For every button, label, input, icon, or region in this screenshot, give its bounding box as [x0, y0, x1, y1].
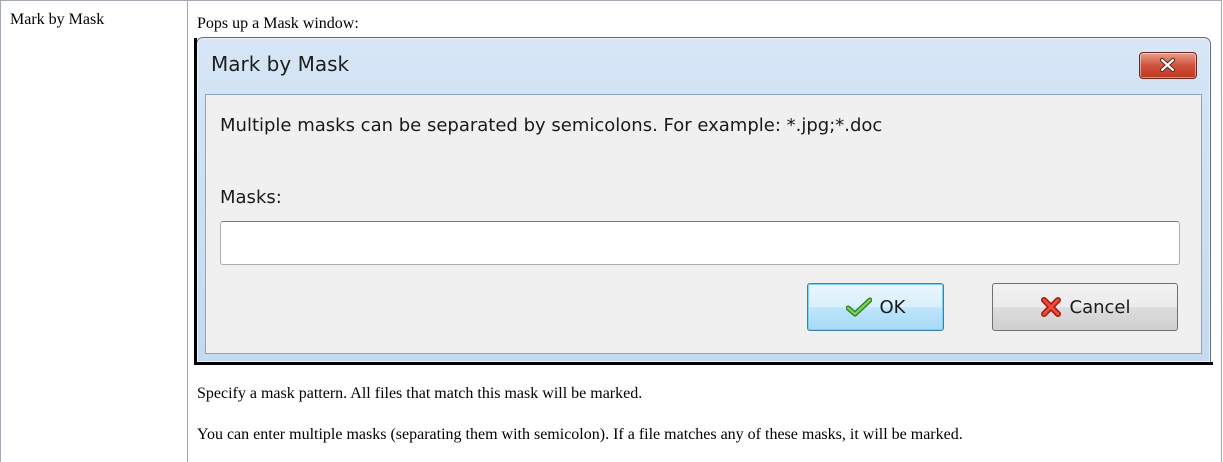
cancel-label: Cancel [1069, 296, 1131, 318]
dialog-titlebar[interactable]: Mark by Mask [197, 38, 1210, 92]
mark-by-mask-dialog: Mark by Mask Multiple masks can be separ… [194, 37, 1213, 365]
note-text: You can enter multiple masks (separating… [197, 426, 963, 443]
dialog-message: Multiple masks can be separated by semic… [220, 115, 883, 136]
ok-label: OK [879, 296, 906, 318]
intro-text: Pops up a Mask window: [197, 15, 359, 32]
description-table: Mark by Mask Pops up a Mask window: Mark… [0, 0, 1222, 462]
note-text: Specify a mask pattern. All files that m… [197, 385, 643, 402]
dialog-title: Mark by Mask [211, 52, 350, 76]
cancel-button[interactable]: Cancel [992, 283, 1178, 331]
command-cell: Mark by Mask [0, 0, 188, 462]
red-x-icon [1040, 297, 1061, 317]
ok-button[interactable]: OK [807, 283, 944, 331]
table-row: Mark by Mask Pops up a Mask window: Mark… [0, 0, 1222, 462]
masks-input[interactable] [220, 221, 1180, 265]
close-icon [1160, 58, 1175, 72]
checkmark-icon [845, 297, 872, 317]
close-button[interactable] [1139, 52, 1197, 79]
dialog-body: Multiple masks can be separated by semic… [205, 94, 1202, 354]
description-cell: Pops up a Mask window: Mark by Mask Mult… [187, 0, 1222, 462]
masks-label: Masks: [220, 187, 282, 208]
command-name: Mark by Mask [10, 11, 105, 28]
